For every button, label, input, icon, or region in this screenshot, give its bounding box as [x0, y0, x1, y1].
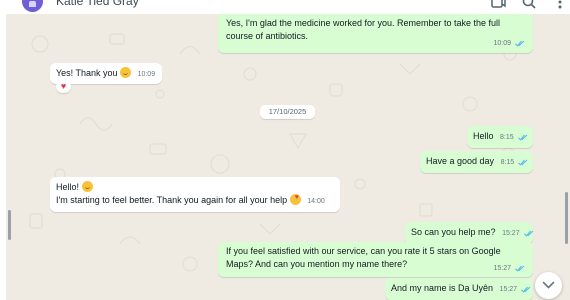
message-time: 10:09: [493, 40, 512, 47]
menu-icon[interactable]: [552, 0, 568, 10]
message-time-meta: 15:27: [502, 230, 533, 237]
message-time: 15:27: [502, 230, 520, 237]
message-bubble-incoming[interactable]: Hello! I'm starting to feel better. Than…: [50, 177, 340, 212]
heart-reaction-icon[interactable]: ♥: [56, 80, 71, 93]
smiling-face-with-hearts-icon: [289, 191, 301, 205]
message-time: 15:27: [493, 265, 512, 272]
search-icon[interactable]: [521, 0, 537, 10]
smiling-face-icon: [81, 181, 93, 192]
chat-scrollbar[interactable]: [565, 192, 568, 244]
chat-header: Katie Tied Gray: [0, 0, 570, 15]
message-bubble-outgoing[interactable]: If you feel satisfied with our service, …: [218, 242, 533, 277]
double-check-icon: [518, 159, 528, 166]
chat-area[interactable]: Yes, I'm glad the medicine worked for yo…: [0, 14, 570, 300]
message-bubble-outgoing[interactable]: Hello 8:15: [467, 126, 533, 148]
contact-name[interactable]: Katie Tied Gray: [56, 0, 139, 8]
message-time: 8:15: [500, 159, 515, 166]
message-text: Yes! Thank you: [56, 68, 118, 78]
double-check-icon: [521, 286, 531, 293]
message-time: 15:27: [499, 286, 518, 293]
scroll-to-bottom-button[interactable]: [535, 272, 562, 299]
sidebar-edge: [0, 14, 6, 300]
double-check-icon: [515, 265, 525, 272]
double-check-icon: [523, 230, 533, 237]
message-text: And my name is Dạ Uyên: [391, 283, 494, 293]
left-scrollbar[interactable]: [8, 210, 11, 240]
new-chat-icon[interactable]: [490, 0, 506, 10]
message-time-meta: 15:27: [494, 262, 525, 275]
message-time-meta: 8:15: [500, 134, 528, 141]
message-text: So can you help me?: [411, 227, 496, 237]
message-greeting: Hello!: [56, 182, 80, 192]
message-bubble-outgoing[interactable]: So can you help me? 15:27: [405, 222, 533, 244]
message-bubble-outgoing[interactable]: Have a good day 8:15: [420, 151, 533, 173]
message-bubble-outgoing[interactable]: And my name is Dạ Uyên 15:27: [385, 278, 533, 300]
message-text: Have a good day: [426, 156, 495, 166]
message-text: Hello: [473, 131, 494, 141]
message-time: 14:00: [307, 198, 325, 205]
double-check-icon: [517, 134, 527, 141]
contact-avatar[interactable]: [22, 0, 43, 12]
smiling-face-icon: [120, 67, 132, 78]
message-text: I'm starting to feel better. Thank you a…: [56, 195, 288, 205]
message-time: 10:09: [137, 71, 156, 78]
message-time: 8:15: [500, 134, 514, 141]
message-time-meta: 10:09: [494, 37, 525, 50]
message-bubble-outgoing[interactable]: Yes, I'm glad the medicine worked for yo…: [218, 14, 533, 53]
chevron-down-icon: [542, 281, 555, 289]
message-time-meta: 15:27: [500, 286, 531, 293]
date-separator: 17/10/2025: [260, 105, 315, 119]
avatar-person-icon: [29, 1, 36, 7]
message-text: Yes, I'm glad the medicine worked for yo…: [226, 18, 501, 41]
double-check-icon: [515, 40, 525, 47]
message-text: If you feel satisfied with our service, …: [226, 246, 501, 269]
message-time-meta: 8:15: [501, 159, 529, 166]
message-text-line: I'm starting to feel better. Thank you a…: [56, 191, 334, 208]
message-text-line: Hello!: [56, 181, 334, 194]
